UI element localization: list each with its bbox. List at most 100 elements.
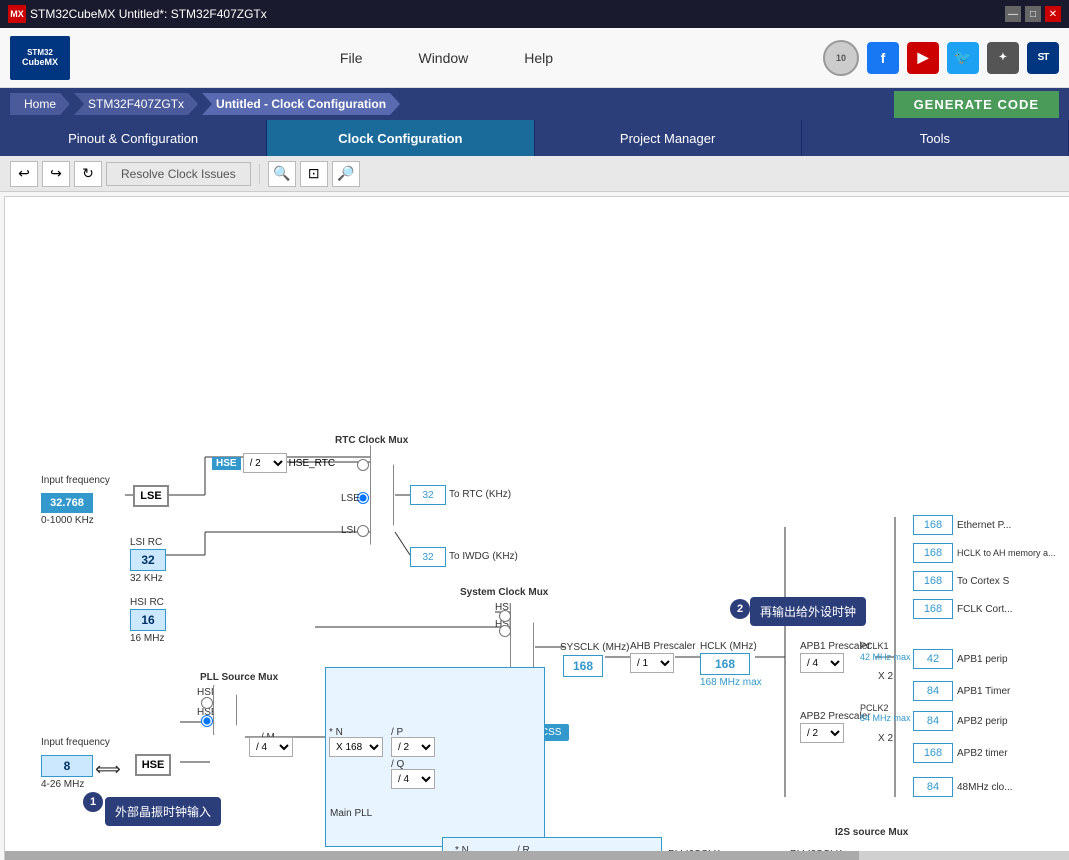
apb1-periph-label: APB1 perip xyxy=(957,654,1008,665)
hse-arrow: ⟺ xyxy=(95,759,121,780)
twitter-icon[interactable]: 🐦 xyxy=(947,42,979,74)
ethernet-val: 168 xyxy=(913,515,953,535)
hclk-label: HCLK (MHz) xyxy=(700,641,757,652)
pclk1-max: 42 MHz max xyxy=(860,652,911,662)
apb2-periph-label: APB2 perip xyxy=(957,716,1008,727)
refresh-button[interactable]: ↻ xyxy=(74,161,102,187)
zoom-in-button[interactable]: 🔍 xyxy=(268,161,296,187)
hsi-rc-label: HSI RC xyxy=(130,597,164,608)
breadcrumb-current[interactable]: Untitled - Clock Configuration xyxy=(202,93,400,115)
titlebar: MX STM32CubeMX Untitled*: STM32F407ZGTx … xyxy=(0,0,1069,28)
hse-rtc-label: HSE_RTC xyxy=(289,458,336,469)
pll-p-select[interactable]: / 2 xyxy=(391,737,435,757)
hclk-ahb-row: 168 HCLK to AH memory a... xyxy=(913,543,1056,563)
maximize-button[interactable]: □ xyxy=(1025,6,1041,22)
minimize-button[interactable]: — xyxy=(1005,6,1021,22)
apb1-periph-row: 42 APB1 perip xyxy=(913,649,1008,669)
breadcrumb-bar: Home STM32F407ZGTx Untitled - Clock Conf… xyxy=(0,88,1069,120)
pll-m-select[interactable]: / 4 xyxy=(249,737,293,757)
window-title: STM32CubeMX Untitled*: STM32F407ZGTx xyxy=(30,7,267,21)
hclk-val-box[interactable]: 168 xyxy=(700,653,750,675)
mx-logo: MX xyxy=(8,5,26,23)
sysclk-val-box[interactable]: 168 xyxy=(563,655,603,677)
hse-freq-box[interactable]: 8 xyxy=(41,755,93,777)
close-button[interactable]: ✕ xyxy=(1045,6,1061,22)
help-menu[interactable]: Help xyxy=(516,46,561,70)
rtc-mux-shape xyxy=(370,445,394,545)
hse-rtc-divider-select[interactable]: / 2 xyxy=(243,453,287,473)
main-tabs: Pinout & Configuration Clock Configurati… xyxy=(0,120,1069,156)
hclk-ahb-label: HCLK to AH memory a... xyxy=(957,548,1056,558)
i2s-source-mux-label: I2S source Mux xyxy=(835,827,908,838)
hclk-ahb-val: 168 xyxy=(913,543,953,563)
file-menu[interactable]: File xyxy=(332,46,371,70)
fclk-val: 168 xyxy=(913,599,953,619)
annotation-1-number: 1 xyxy=(83,792,103,812)
youtube-icon[interactable]: ▶ xyxy=(907,42,939,74)
apb1-timer-row: 84 APB1 Timer xyxy=(913,681,1010,701)
horizontal-scrollbar[interactable] xyxy=(5,851,1069,860)
pclk2-max: 84 MHz max xyxy=(860,713,911,723)
input-freq-1-label: Input frequency xyxy=(41,475,110,486)
tab-tools[interactable]: Tools xyxy=(802,120,1069,156)
titlebar-left: MX STM32CubeMX Untitled*: STM32F407ZGTx xyxy=(8,5,267,23)
connect-icon[interactable]: ✦ xyxy=(987,42,1019,74)
sys-radio-2[interactable] xyxy=(499,625,511,640)
tab-pinout[interactable]: Pinout & Configuration xyxy=(0,120,267,156)
titlebar-controls[interactable]: — □ ✕ xyxy=(1005,6,1061,22)
pll-q-select[interactable]: / 4 xyxy=(391,769,435,789)
ahb-prescaler-select[interactable]: / 1 xyxy=(630,653,674,673)
social-icons: 10 f ▶ 🐦 ✦ ST xyxy=(823,40,1059,76)
lse-osc-box: LSE xyxy=(133,485,169,507)
x2-apb1-label: X 2 xyxy=(878,671,893,682)
tab-project[interactable]: Project Manager xyxy=(535,120,802,156)
to-iwdg-label: To IWDG (KHz) xyxy=(449,551,518,562)
main-pll-label: Main PLL xyxy=(330,808,548,819)
rtc-radio-3[interactable] xyxy=(357,525,369,540)
x2-apb2-label: X 2 xyxy=(878,733,893,744)
scrollbar-thumb[interactable] xyxy=(5,851,859,860)
hse-rtc-div-group: HSE / 2 HSE_RTC xyxy=(212,453,335,473)
zoom-out-button[interactable]: 🔎 xyxy=(332,161,360,187)
pll-source-mux-label: PLL Source Mux xyxy=(200,672,278,683)
cortex-val: 168 xyxy=(913,571,953,591)
apb1-timer-val: 84 xyxy=(913,681,953,701)
apb2-timer-row: 168 APB2 timer xyxy=(913,743,1008,763)
apb1-periph-val: 42 xyxy=(913,649,953,669)
breadcrumb-device[interactable]: STM32F407ZGTx xyxy=(74,93,198,115)
annotation-2-bubble: 再输出给外设时钟 xyxy=(750,597,866,626)
pll-n-select[interactable]: X 168 xyxy=(329,737,383,757)
cortex-row: 168 To Cortex S xyxy=(913,571,1009,591)
tab-clock[interactable]: Clock Configuration xyxy=(267,120,534,156)
breadcrumb-home[interactable]: Home xyxy=(10,93,70,115)
sysclk-label: SYSCLK (MHz) xyxy=(560,642,629,653)
apb2-periph-val: 84 xyxy=(913,711,953,731)
ethernet-row: 168 Ethernet P... xyxy=(913,515,1011,535)
pclk2-label: PCLK2 xyxy=(860,703,889,713)
hse-label-rtc: HSE xyxy=(212,457,241,470)
annotation-2-number: 2 xyxy=(730,599,750,619)
annotation-1-bubble: 外部晶振时钟输入 xyxy=(105,797,221,826)
lsi-rc-box: 32 xyxy=(130,549,166,571)
facebook-icon[interactable]: f xyxy=(867,42,899,74)
undo-button[interactable]: ↩ xyxy=(10,161,38,187)
generate-code-button[interactable]: GENERATE CODE xyxy=(894,91,1059,118)
rtc-radio-1[interactable] xyxy=(357,459,369,474)
menu-items: File Window Help xyxy=(100,46,793,70)
input-freq-1-input[interactable] xyxy=(41,493,93,513)
hse-osc-box: HSE xyxy=(135,754,171,776)
sys-radio-1[interactable] xyxy=(499,610,511,625)
apb1-prescaler-select[interactable]: / 4 xyxy=(800,653,844,673)
apb2-prescaler-select[interactable]: / 2 xyxy=(800,723,844,743)
pll-src-radio-2[interactable] xyxy=(201,715,213,730)
lse-rtc-label: LSE xyxy=(341,493,360,504)
redo-button[interactable]: ↪ xyxy=(42,161,70,187)
hclk-max-label: 168 MHz max xyxy=(700,677,762,688)
pll-src-radio-1[interactable] xyxy=(201,697,213,712)
resolve-clock-button[interactable]: Resolve Clock Issues xyxy=(106,162,251,186)
to-iwdg-val: 32 xyxy=(410,547,446,567)
window-menu[interactable]: Window xyxy=(410,46,476,70)
48mhz-row: 84 48MHz clo... xyxy=(913,777,1013,797)
to-rtc-val: 32 xyxy=(410,485,446,505)
zoom-fit-button[interactable]: ⊡ xyxy=(300,161,328,187)
